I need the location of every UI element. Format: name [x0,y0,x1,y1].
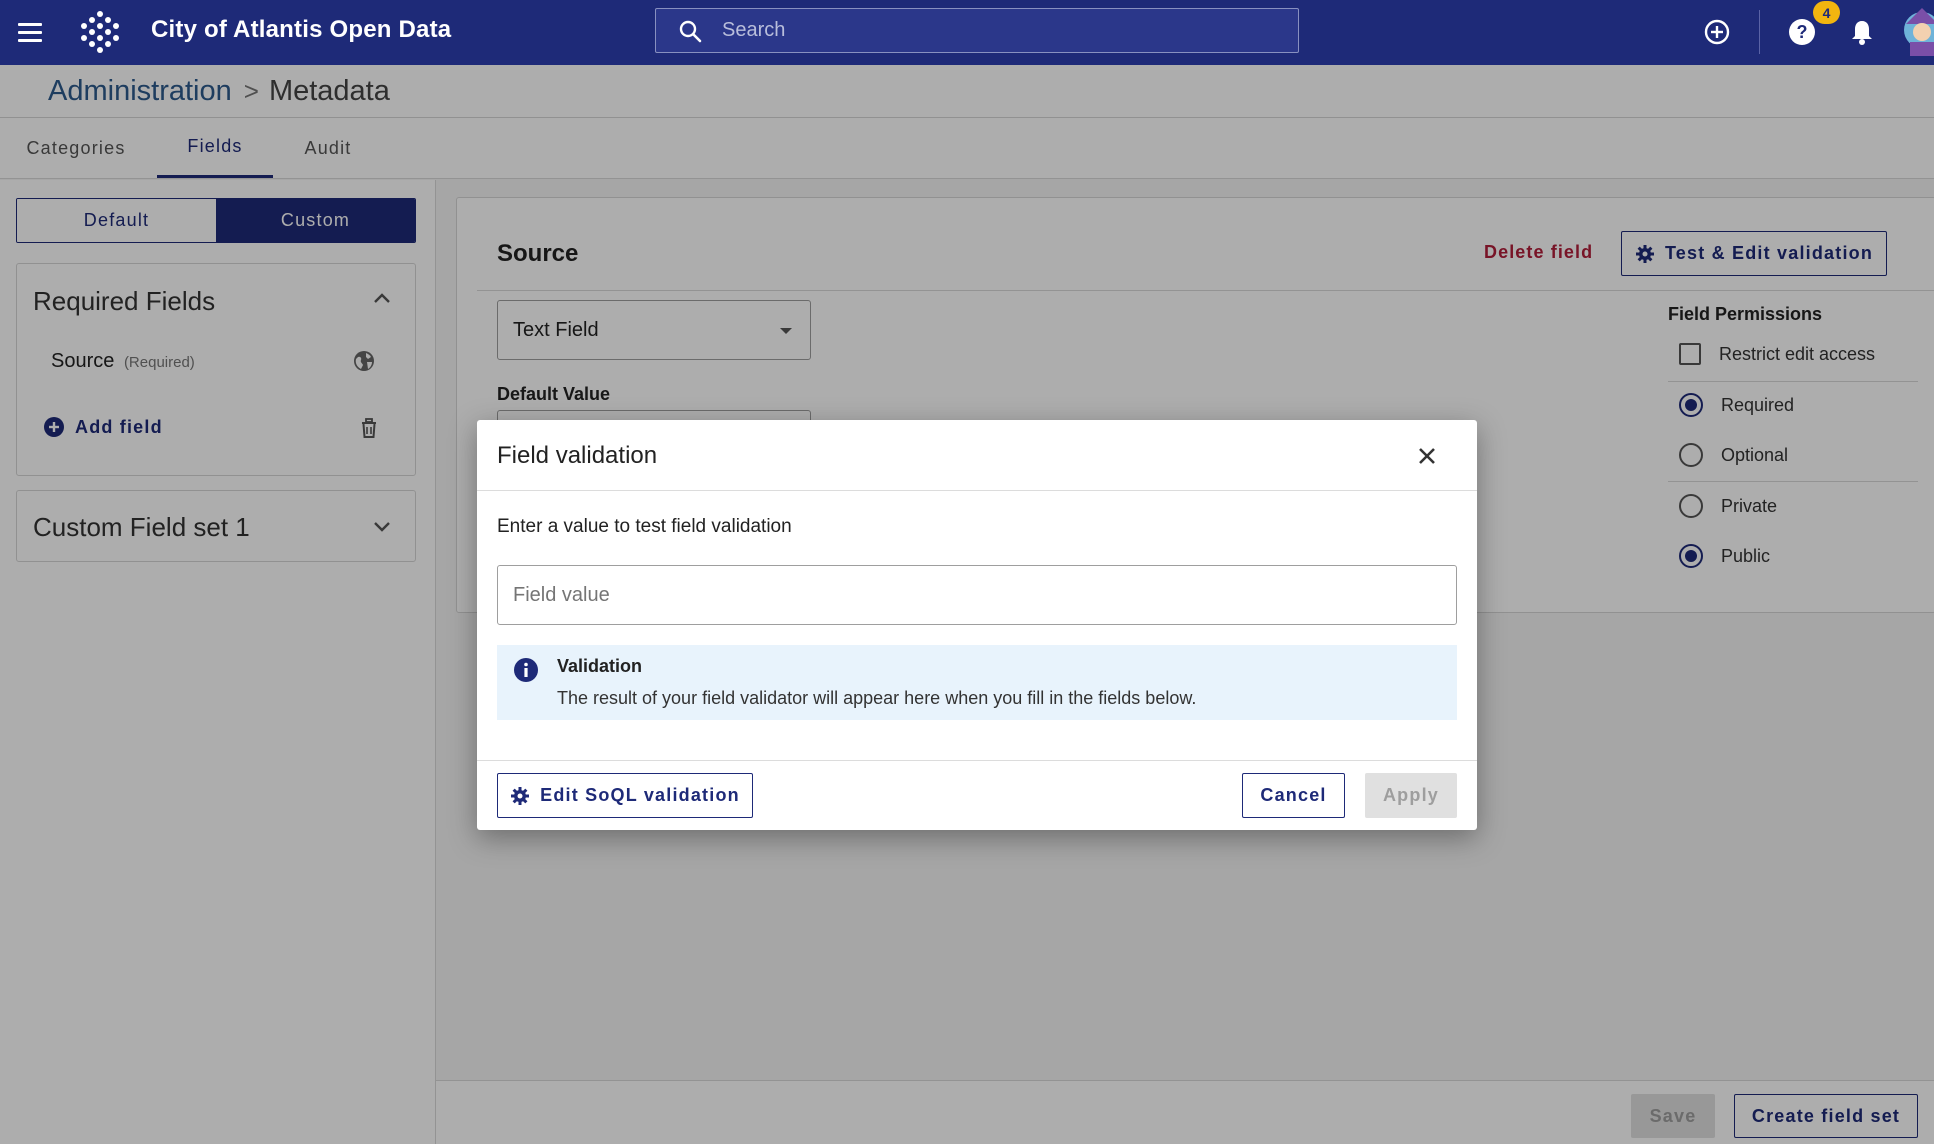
field-value-prompt: Enter a value to test field validation [497,516,792,537]
divider [477,490,1477,491]
cancel-button[interactable]: Cancel [1242,773,1345,818]
notification-count-badge: 4 [1813,1,1840,24]
app-title: City of Atlantis Open Data [151,16,452,43]
validation-info-box: Validation The result of your field vali… [497,645,1457,720]
add-circle-icon[interactable] [1701,16,1733,48]
app-logo-icon [81,11,119,53]
field-value-input[interactable] [497,565,1457,625]
svg-text:?: ? [1797,22,1808,42]
edit-soql-validation-label: Edit SoQL validation [540,785,740,805]
toolbar-divider [1759,10,1760,54]
info-icon [514,658,538,682]
divider [477,760,1477,761]
field-validation-dialog: Field validation Enter a value to test f… [477,420,1477,830]
apply-button[interactable]: Apply [1365,773,1457,818]
gear-icon [511,786,530,805]
dialog-title: Field validation [497,442,658,469]
info-title: Validation [557,656,643,676]
search-box[interactable] [655,8,1299,53]
user-avatar[interactable] [1900,6,1934,56]
search-icon [679,20,702,42]
top-app-bar: City of Atlantis Open Data ? 4 [0,0,1934,65]
menu-icon[interactable] [18,18,46,46]
edit-soql-validation-button[interactable]: Edit SoQL validation [497,773,753,818]
help-icon[interactable]: ? [1786,16,1818,48]
close-icon[interactable] [1413,442,1441,470]
info-text: The result of your field validator will … [557,688,1197,708]
search-input[interactable] [722,19,1282,42]
bell-icon[interactable] [1846,16,1878,48]
